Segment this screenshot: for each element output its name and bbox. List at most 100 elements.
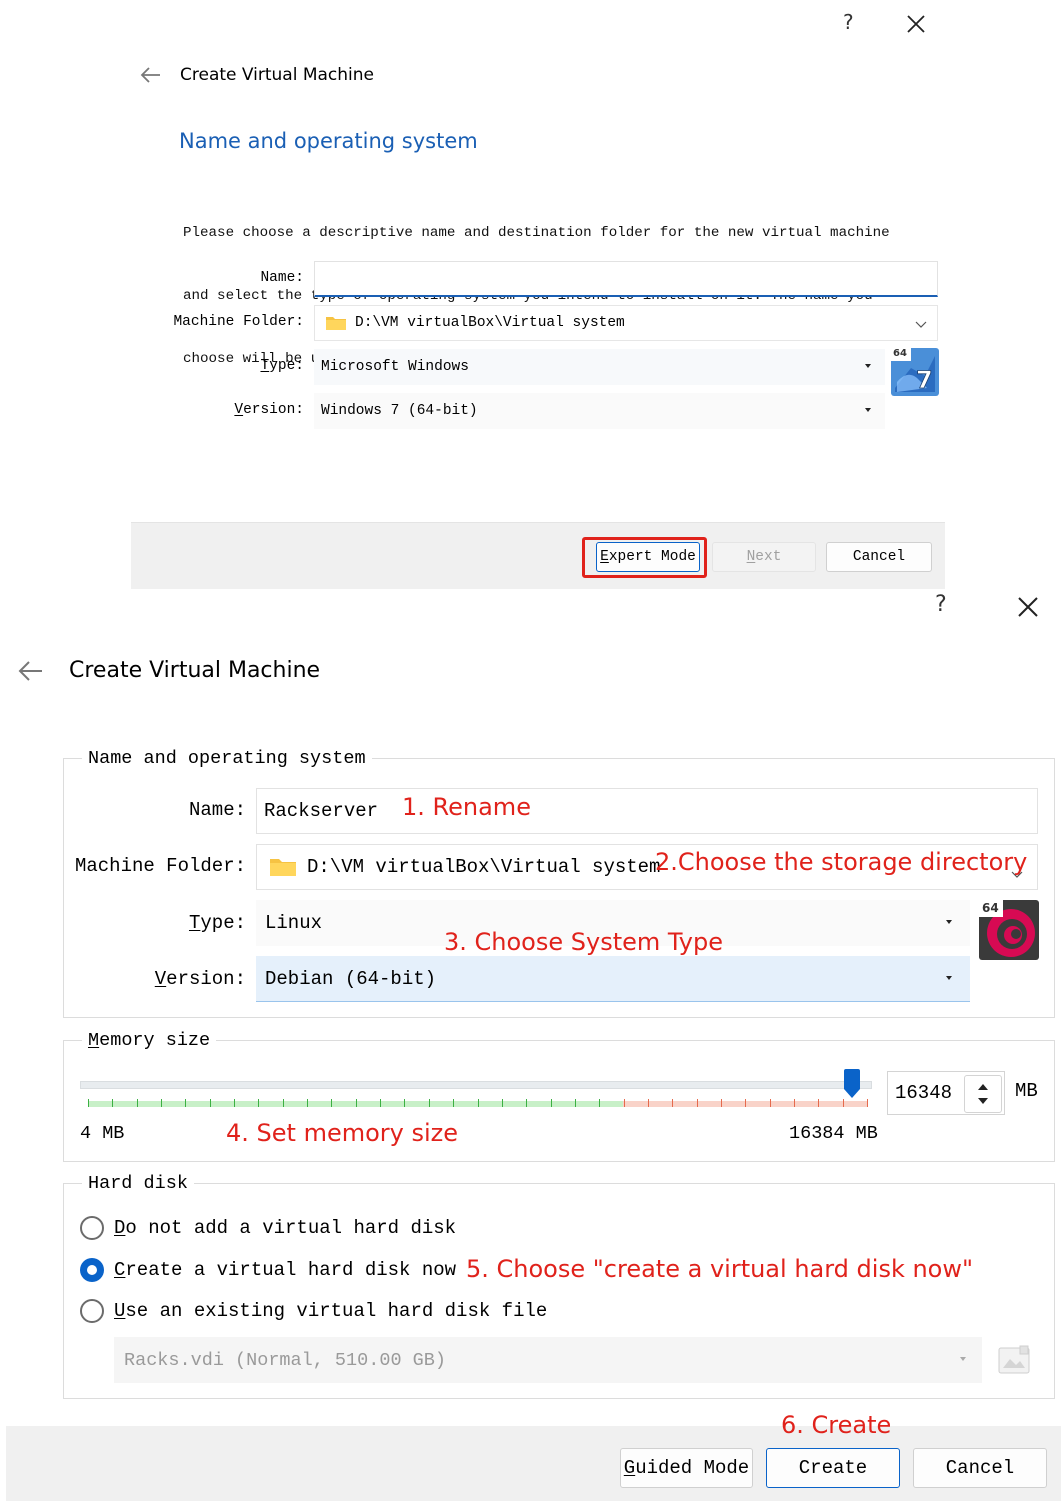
machine-folder-label: Machine Folder: <box>74 855 246 877</box>
folder-path: D:\VM virtualBox\Virtual system <box>307 856 661 878</box>
slider-tick <box>770 1099 771 1107</box>
help-button[interactable]: ? <box>843 10 854 34</box>
radio-no-disk[interactable]: Do not add a virtual hard disk <box>80 1215 456 1241</box>
name-input[interactable] <box>314 261 938 297</box>
machine-folder-select[interactable]: D:\VM virtualBox\Virtual system <box>314 305 938 341</box>
slider-tick <box>672 1099 673 1107</box>
close-icon[interactable] <box>1016 595 1040 619</box>
type-label: Type: <box>188 912 246 934</box>
slider-tick <box>331 1099 332 1107</box>
dropdown-caret-icon <box>960 1357 966 1361</box>
version-value: Debian (64-bit) <box>265 967 437 990</box>
slider-tick <box>453 1099 454 1107</box>
radio-label: Use an existing virtual hard disk file <box>114 1300 548 1322</box>
slider-tick <box>258 1099 259 1107</box>
annotation-storage-directory: 2.Choose the storage directory <box>655 848 1028 876</box>
os-badge-64: 64 <box>893 348 907 359</box>
name-label: Name: <box>260 270 304 286</box>
slider-tick <box>283 1099 284 1107</box>
next-button[interactable]: Next <box>712 542 816 572</box>
expert-mode-button[interactable]: Expert Mode <box>596 542 700 572</box>
annotation-memory-size: 4. Set memory size <box>226 1119 459 1147</box>
existing-disk-value: Racks.vdi (Normal, 510.00 GB) <box>124 1349 446 1371</box>
slider-tick <box>356 1099 357 1107</box>
browse-disk-icon <box>998 1345 1030 1375</box>
memory-group-legend: Memory size <box>82 1030 217 1051</box>
radio-button[interactable] <box>80 1258 104 1282</box>
existing-disk-select: Racks.vdi (Normal, 510.00 GB) <box>114 1337 982 1383</box>
version-label: Version: <box>154 968 246 990</box>
slider-tick <box>794 1099 795 1107</box>
slider-tick <box>526 1099 527 1107</box>
version-label: Version: <box>234 402 304 418</box>
slider-tick <box>745 1099 746 1107</box>
slider-tick <box>551 1099 552 1107</box>
name-label: Name: <box>188 799 246 821</box>
slider-tick <box>624 1099 625 1107</box>
annotation-create-disk-now: 5. Choose "create a virtual hard disk no… <box>466 1255 974 1283</box>
button-bar <box>131 522 945 589</box>
memory-max-label: 16384 MB <box>789 1123 878 1144</box>
version-select[interactable]: Debian (64-bit) <box>256 956 970 1002</box>
machine-folder-label: Machine Folder: <box>173 314 304 330</box>
back-arrow-icon[interactable] <box>18 660 44 682</box>
memory-slider[interactable] <box>80 1069 872 1113</box>
cancel-button[interactable]: Cancel <box>913 1448 1047 1488</box>
dialog-2: ? Create Virtual Machine Name and operat… <box>0 590 1061 1501</box>
memory-min-label: 4 MB <box>80 1123 125 1144</box>
slider-tick <box>867 1099 868 1107</box>
version-value: Windows 7 (64-bit) <box>321 403 478 419</box>
slider-tick <box>721 1099 722 1107</box>
slider-tick <box>88 1099 89 1107</box>
debian-icon: 64 <box>979 900 1039 960</box>
guided-mode-button[interactable]: Guided Mode <box>620 1448 753 1488</box>
type-select[interactable]: Microsoft Windows <box>314 349 885 385</box>
slider-tick <box>648 1099 649 1107</box>
slider-track <box>80 1081 872 1089</box>
slider-tick <box>697 1099 698 1107</box>
folder-icon <box>325 315 347 331</box>
radio-button[interactable] <box>80 1299 104 1323</box>
folder-path: D:\VM virtualBox\Virtual system <box>355 315 625 331</box>
help-button[interactable]: ? <box>935 592 947 617</box>
memory-spinbox[interactable]: 16348 <box>887 1071 1005 1115</box>
hard-disk-group-legend: Hard disk <box>82 1173 194 1194</box>
dropdown-caret-icon <box>946 976 952 980</box>
radio-existing-disk[interactable]: Use an existing virtual hard disk file <box>80 1298 547 1324</box>
dialog-title: Create Virtual Machine <box>69 658 321 683</box>
folder-icon <box>269 857 297 877</box>
name-os-group-legend: Name and operating system <box>82 748 372 769</box>
slider-tick <box>404 1099 405 1107</box>
dropdown-caret-icon <box>946 920 952 924</box>
slider-tick <box>380 1099 381 1107</box>
radio-button[interactable] <box>80 1216 104 1240</box>
dropdown-caret-icon <box>865 408 871 412</box>
slider-tick <box>818 1099 819 1107</box>
radio-create-disk[interactable]: Create a virtual hard disk now <box>80 1257 456 1283</box>
slider-ticks <box>88 1099 868 1107</box>
slider-tick <box>112 1099 113 1107</box>
slider-tick <box>234 1099 235 1107</box>
spin-buttons[interactable] <box>964 1075 1002 1113</box>
chevron-down-icon <box>915 318 927 334</box>
close-icon[interactable] <box>905 13 927 35</box>
slider-tick <box>137 1099 138 1107</box>
slider-tick <box>307 1099 308 1107</box>
name-input[interactable]: Rackserver <box>256 788 1038 834</box>
create-button[interactable]: Create <box>766 1448 900 1488</box>
type-label: Type: <box>260 358 304 374</box>
slider-tick <box>575 1099 576 1107</box>
radio-label: Do not add a virtual hard disk <box>114 1217 457 1239</box>
section-heading: Name and operating system <box>179 129 478 153</box>
back-arrow-icon[interactable] <box>140 66 162 84</box>
slider-handle[interactable] <box>844 1069 860 1099</box>
slider-tick <box>185 1099 186 1107</box>
type-value: Microsoft Windows <box>321 359 469 375</box>
button-bar <box>6 1426 1061 1501</box>
version-select[interactable]: Windows 7 (64-bit) <box>314 393 885 429</box>
cancel-button[interactable]: Cancel <box>826 542 932 572</box>
radio-label: Create a virtual hard disk now <box>114 1259 457 1281</box>
dialog-1: ? Create Virtual Machine Name and operat… <box>0 0 1061 590</box>
dropdown-caret-icon <box>865 364 871 368</box>
slider-tick <box>843 1099 844 1107</box>
